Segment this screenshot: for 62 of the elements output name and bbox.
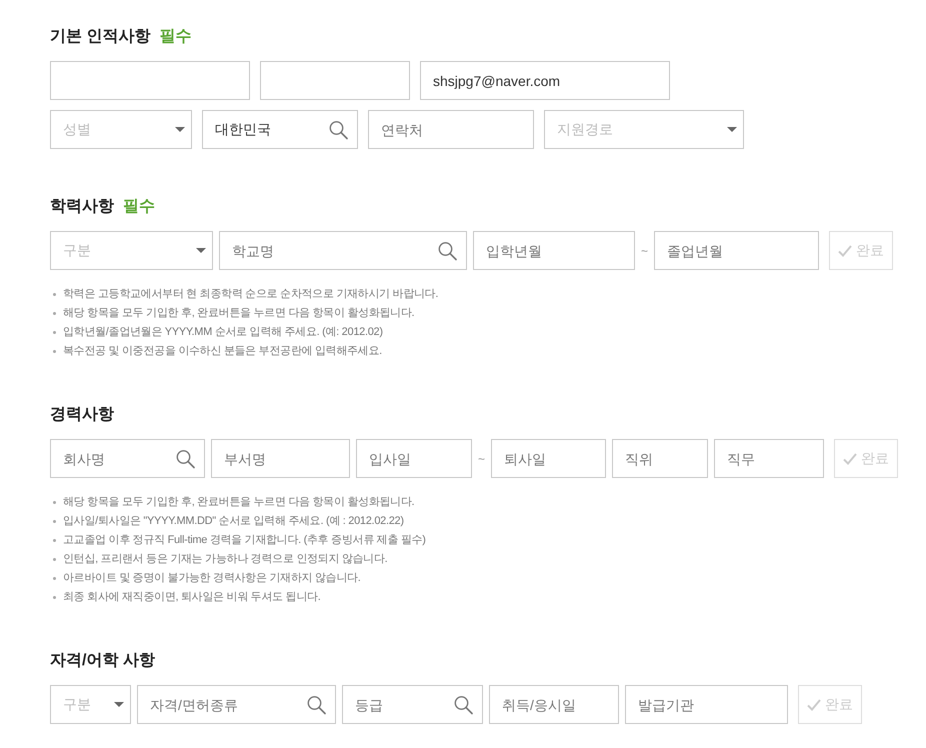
- required-label: 필수: [123, 197, 155, 217]
- input-field[interactable]: 발급기관: [625, 685, 788, 724]
- bullet-icon: [53, 577, 56, 580]
- check-icon: [838, 244, 852, 256]
- search-icon[interactable]: [176, 449, 195, 468]
- search-icon[interactable]: [307, 695, 326, 714]
- input-field[interactable]: 부서명: [211, 439, 350, 478]
- search-field[interactable]: 등급: [342, 685, 483, 724]
- bullet-icon: [53, 293, 56, 296]
- input-field[interactable]: [260, 61, 410, 100]
- section-title: 학력사항: [50, 197, 114, 217]
- required-label: 필수: [159, 27, 192, 47]
- note-text: 입사일/퇴사일은 "YYYY.MM.DD" 순서로 입력해 주세요. (예 : 2012.02.22): [63, 514, 404, 530]
- input-field[interactable]: 취득/응시일: [489, 685, 619, 724]
- section-title: 기본 인적사항: [50, 27, 150, 47]
- search-icon[interactable]: [329, 120, 348, 139]
- note-text: 학력은 고등학교에서부터 현 최종학력 순으로 순차적으로 기재하시기 바랍니다.: [63, 287, 438, 302]
- search-field[interactable]: 회사명: [50, 439, 205, 478]
- note-text: 아르바이트 및 증명이 불가능한 경력사항은 기재하지 않습니다.: [63, 571, 360, 586]
- select-dropdown[interactable]: 지원경로: [544, 110, 744, 149]
- note-text: 해당 항목을 모두 기입한 후, 완료버튼을 누르면 다음 항목이 활성화됩니다.: [63, 306, 414, 322]
- select-dropdown[interactable]: 성별: [50, 110, 192, 149]
- bullet-icon: [53, 312, 56, 315]
- section-title: 자격/어학 사항: [50, 651, 155, 671]
- bullet-icon: [53, 520, 56, 523]
- note-text: 인턴십, 프리랜서 등은 기재는 가능하나 경력으로 인정되지 않습니다.: [63, 552, 388, 568]
- note-text: 복수전공 및 이중전공을 이수하신 분들은 부전공란에 입력해주세요.: [63, 344, 382, 360]
- search-icon[interactable]: [438, 241, 457, 260]
- input-field[interactable]: 연락처: [368, 110, 534, 149]
- note-text: 고교졸업 이후 정규직 Full-time 경력을 기재합니다. (추후 증빙서류 제출 필수): [63, 533, 426, 548]
- check-icon: [843, 452, 857, 464]
- input-field[interactable]: 퇴사일: [491, 439, 606, 478]
- bullet-icon: [53, 539, 56, 542]
- select-dropdown[interactable]: 구분: [50, 231, 213, 270]
- input-field[interactable]: 직무: [714, 439, 824, 478]
- input-field[interactable]: shsjpg7@naver.com: [420, 61, 670, 100]
- search-icon[interactable]: [454, 695, 473, 714]
- range-separator: ~: [478, 450, 485, 468]
- input-field[interactable]: [50, 61, 250, 100]
- input-field[interactable]: 입사일: [356, 439, 472, 478]
- bullet-icon: [53, 501, 56, 504]
- caret-icon: [114, 702, 124, 707]
- bullet-icon: [53, 331, 56, 334]
- section-title: 경력사항: [50, 405, 114, 425]
- caret-icon: [175, 127, 185, 132]
- range-separator: ~: [641, 242, 648, 260]
- search-field[interactable]: 학교명: [219, 231, 467, 270]
- note-text: 해당 항목을 모두 기입한 후, 완료버튼을 누르면 다음 항목이 활성화됩니다.: [63, 495, 414, 510]
- check-icon: [807, 698, 821, 710]
- bullet-icon: [53, 558, 56, 561]
- caret-icon: [196, 248, 206, 253]
- bullet-icon: [53, 596, 56, 599]
- search-field[interactable]: 대한민국: [202, 110, 358, 149]
- input-field[interactable]: 직위: [612, 439, 708, 478]
- input-field[interactable]: 졸업년월: [654, 231, 819, 270]
- bullet-icon: [53, 350, 56, 353]
- note-text: 최종 회사에 재직중이면, 퇴사일은 비워 두셔도 됩니다.: [63, 590, 320, 606]
- caret-icon: [727, 127, 737, 132]
- select-dropdown[interactable]: 구분: [50, 685, 131, 724]
- input-field[interactable]: 입학년월: [473, 231, 635, 270]
- search-field[interactable]: 자격/면허종류: [137, 685, 336, 724]
- note-text: 입학년월/졸업년월은 YYYY.MM 순서로 입력해 주세요. (예: 2012.02): [63, 325, 383, 340]
